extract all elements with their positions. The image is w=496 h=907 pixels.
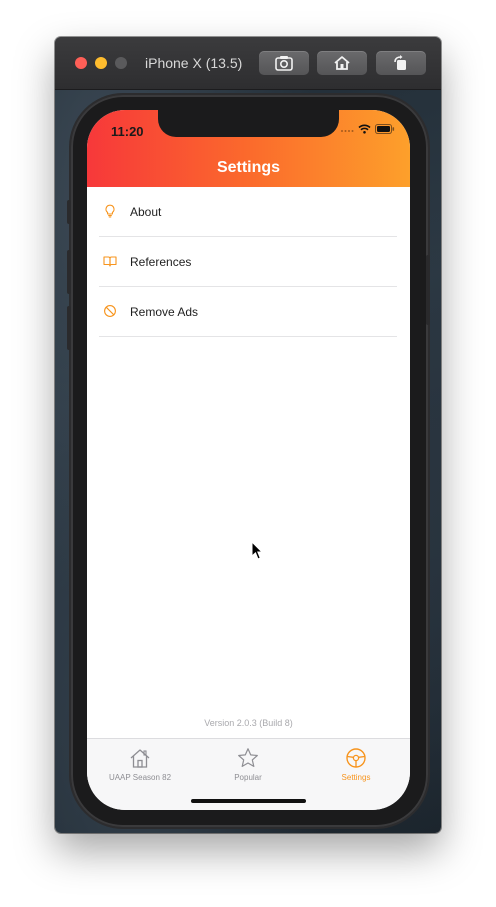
menu-item-label: About [130,205,162,219]
star-icon [238,748,258,767]
rotate-icon [394,55,406,70]
mute-switch [67,200,71,224]
book-icon [103,256,117,267]
volume-down-button [67,306,71,350]
tab-label: UAAP Season 82 [108,773,172,782]
side-button [426,255,430,325]
tab-label: Settings [341,773,371,782]
status-time: 11:20 [111,124,144,139]
navigation-header: 11:20 Settings [87,110,410,187]
mouse-cursor-icon [251,541,263,560]
wifi-icon [358,124,371,134]
menu-item-remove-ads[interactable]: Remove Ads [99,287,397,337]
screenshot-icon [275,56,293,71]
status-icons [340,124,395,134]
zoom-window-button[interactable] [115,57,127,69]
volume-up-button [67,250,71,294]
tab-uaap-season[interactable]: UAAP Season 82 [95,747,185,782]
house-icon [130,749,150,768]
screenshot-button[interactable] [259,51,309,75]
settings-menu: About References Remove Ads [87,187,410,337]
menu-item-label: Remove Ads [130,305,199,319]
steering-wheel-icon [346,748,366,768]
page-title: Settings [216,159,281,176]
notch [158,110,339,137]
simulator-titlebar: iPhone X (13.5) [55,37,441,90]
menu-item-about[interactable]: About [99,187,397,237]
tab-popular[interactable]: Popular [203,747,293,782]
prohibited-icon [104,305,116,317]
menu-item-references[interactable]: References [99,237,397,287]
home-indicator[interactable] [191,799,306,803]
phone-screen: 11:20 Settings About References Remove A… [87,110,410,810]
battery-icon [375,124,395,134]
version-label: Version 2.0.3 (Build 8) [204,718,293,728]
minimize-window-button[interactable] [95,57,107,69]
signal-icon [341,130,354,132]
lightbulb-icon [105,204,115,218]
tab-settings[interactable]: Settings [311,747,401,782]
home-button[interactable] [317,51,367,75]
menu-item-label: References [130,255,192,269]
close-window-button[interactable] [75,57,87,69]
tab-label: Popular [234,773,262,782]
home-icon [334,56,350,70]
simulator-title: iPhone X (13.5) [145,55,243,71]
rotate-button[interactable] [376,51,426,75]
